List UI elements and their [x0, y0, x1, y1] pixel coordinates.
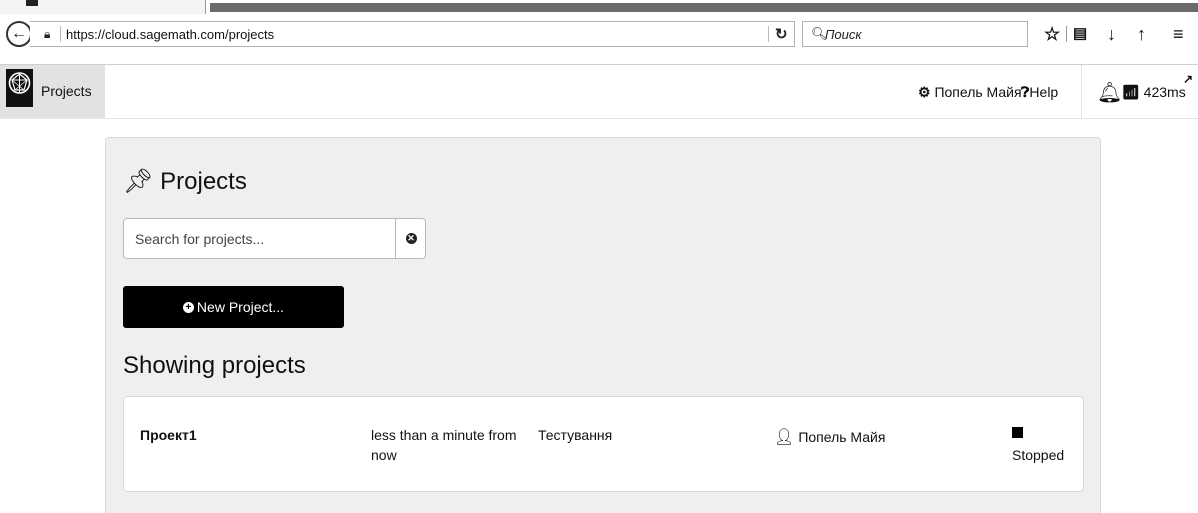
bell-icon[interactable]: 🔔︎ [1097, 80, 1122, 105]
project-name[interactable]: Проект1 [140, 425, 197, 445]
project-state-label: Stopped [1012, 447, 1065, 463]
page-title-text: Projects [160, 168, 247, 195]
url-text[interactable]: https://cloud.sagemath.com/projects [66, 27, 274, 42]
pin-icon: 📌︎ [123, 168, 154, 195]
download-icon[interactable]: ↓ [1107, 24, 1116, 44]
home-icon[interactable]: ↑ [1137, 24, 1146, 44]
menu-icon[interactable]: ≡ [1173, 24, 1184, 44]
favicon-icon [26, 0, 38, 6]
ping-value: 423ms [1143, 84, 1186, 100]
wifi-icon: 📶︎ [1122, 84, 1140, 100]
address-bar[interactable]: 🔒︎ https://cloud.sagemath.com/projects ↻ [30, 21, 795, 47]
page-title: 📌︎ Projects [123, 167, 247, 196]
help-label: Help [1029, 84, 1059, 100]
section-title: Showing projects [123, 352, 306, 379]
sagemath-logo-icon [6, 69, 33, 107]
header-divider [1081, 65, 1082, 118]
clear-search-button[interactable]: ✕ [395, 219, 426, 258]
reload-icon[interactable]: ↻ [775, 25, 788, 43]
browser-tab[interactable] [0, 0, 206, 15]
project-description: Тестування [538, 427, 613, 443]
projects-nav-label: Projects [41, 83, 92, 99]
reading-list-icon[interactable]: ▤ [1073, 24, 1087, 44]
toolbar-divider [1066, 26, 1067, 42]
times-circle-icon: ✕ [405, 233, 417, 244]
account-name: Попель Майя [934, 84, 1022, 100]
browser-search-bar[interactable]: 🔍︎ Поиск [802, 21, 1028, 47]
projects-nav-tab[interactable]: Projects [0, 65, 105, 118]
address-bar-divider [60, 26, 61, 42]
compress-icon[interactable]: ↗ [1183, 72, 1193, 86]
bookmark-star-icon[interactable]: ☆ [1044, 24, 1060, 44]
user-icon: 👤︎ [774, 429, 795, 446]
stop-icon [1012, 427, 1023, 438]
reload-divider [768, 26, 769, 42]
project-owner: 👤︎ Попель Майя [774, 427, 885, 448]
gear-icon: ⚙ [918, 84, 931, 100]
new-project-label: New Project... [196, 299, 285, 315]
lock-icon: 🔒︎ [44, 27, 51, 41]
account-menu[interactable]: ⚙ Попель Майя [918, 84, 1022, 101]
project-last-edited: less than a minute from now [371, 427, 517, 463]
new-project-button[interactable]: + New Project... [123, 286, 344, 328]
project-state: Stopped [1012, 423, 1064, 465]
plus-circle-icon: + [182, 301, 194, 313]
project-search-input[interactable] [124, 219, 394, 258]
project-search: ✕ [123, 218, 426, 259]
back-arrow-icon[interactable]: ← [6, 21, 32, 47]
tab-strip-background [210, 3, 1198, 12]
project-row[interactable]: Проект1 less than a minute from now Тест… [123, 396, 1084, 492]
project-owner-name: Попель Майя [798, 429, 886, 445]
help-link[interactable]: ❓︎Help [1021, 84, 1058, 101]
browser-search-placeholder[interactable]: Поиск [825, 27, 862, 42]
browser-tab-strip [0, 0, 1198, 15]
connection-status[interactable]: 📶︎ 423ms [1122, 84, 1186, 101]
